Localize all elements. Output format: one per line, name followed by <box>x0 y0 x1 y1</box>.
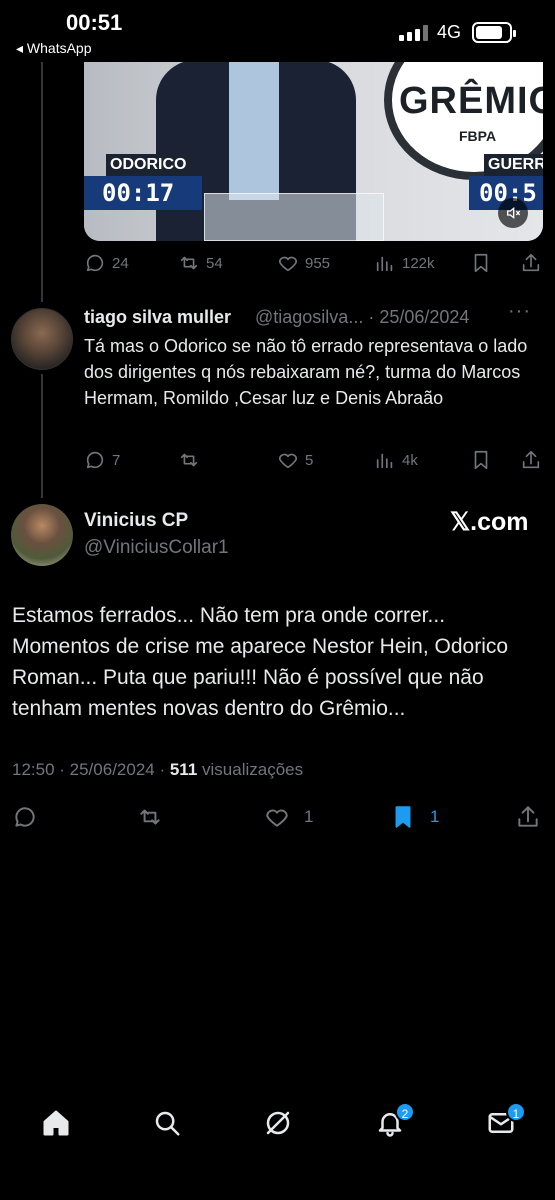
reply-button[interactable]: 7 <box>84 449 120 471</box>
network-type: 4G <box>437 22 462 42</box>
video-player[interactable]: GRÊMIO FBPA ODORICO 00:17 GUERR 00:5 <box>84 60 543 241</box>
heart-icon <box>278 453 298 469</box>
mute-icon[interactable] <box>498 198 528 228</box>
views-count: 4k <box>402 451 418 469</box>
retweet-icon <box>140 809 160 825</box>
back-to-app-link[interactable]: ◂ WhatsApp <box>16 40 92 57</box>
share-button[interactable] <box>520 449 542 471</box>
reply-author-name[interactable]: tiago silva muller <box>84 307 231 328</box>
logo-subtext: FBPA <box>459 128 497 144</box>
bookmark-filled-icon <box>395 806 411 828</box>
right-candidate-name: GUERR <box>484 154 543 176</box>
like-button[interactable]: 955 <box>277 252 330 274</box>
heart-icon <box>266 809 288 827</box>
bookmark-button[interactable] <box>470 449 492 471</box>
reply-action-bar: 7 5 4k <box>84 449 544 473</box>
status-bar: 00:51 ◂ WhatsApp 4G <box>0 0 555 62</box>
share-icon <box>518 806 538 827</box>
share-button[interactable] <box>515 804 541 830</box>
messages-tab[interactable]: 1 <box>486 1102 526 1138</box>
reply-icon <box>86 254 104 272</box>
author-handle[interactable]: @ViniciusCollar1 <box>84 537 229 559</box>
bookmark-count: 1 <box>430 807 440 826</box>
retweet-icon <box>180 256 198 270</box>
like-button[interactable]: 5 <box>277 449 313 471</box>
author-name[interactable]: Vinicius CP <box>84 510 188 532</box>
retweet-count: 54 <box>206 254 223 272</box>
like-count: 5 <box>305 451 314 469</box>
left-candidate-name: ODORICO <box>106 154 191 176</box>
battery-icon <box>472 22 516 43</box>
messages-badge: 1 <box>506 1102 526 1122</box>
reply-icon <box>86 451 104 469</box>
share-icon <box>522 450 540 469</box>
notifications-tab[interactable]: 2 <box>375 1102 415 1138</box>
home-icon <box>43 1110 69 1136</box>
search-icon <box>155 1111 180 1136</box>
grok-icon <box>266 1111 290 1135</box>
bookmark-icon <box>474 253 488 273</box>
retweet-icon <box>180 453 198 467</box>
bookmark-icon <box>474 450 488 470</box>
views-count: 122k <box>402 254 435 272</box>
tweet-action-bar: 24 54 955 122k <box>84 252 544 276</box>
tweet-meta: 12:50 · 25/06/2024 · 511 visualizações <box>12 760 303 780</box>
views-button[interactable]: 4k <box>374 449 418 471</box>
views-number: 511 <box>169 760 198 779</box>
x-logo: 𝕏.com <box>450 508 529 536</box>
grok-tab[interactable] <box>263 1108 293 1138</box>
clock: 00:51 <box>66 10 123 35</box>
left-timer: 00:17 <box>84 176 202 210</box>
reply-count: 24 <box>112 254 129 272</box>
views-label: visualizações <box>197 760 304 779</box>
views-icon <box>376 453 393 469</box>
thread-line <box>41 62 43 302</box>
heart-icon <box>278 256 298 272</box>
retweet-button[interactable] <box>178 449 200 471</box>
bottom-navigation: 2 1 <box>0 1090 555 1160</box>
like-button[interactable]: 1 <box>264 804 313 830</box>
views-button[interactable]: 122k <box>374 252 435 274</box>
bookmark-button[interactable] <box>470 252 492 274</box>
avatar[interactable] <box>11 504 73 566</box>
logo-text: GRÊMIO <box>399 80 543 122</box>
tweet-text: Estamos ferrados... Não tem pra onde cor… <box>12 604 509 720</box>
bookmark-button[interactable]: 1 <box>390 804 439 830</box>
tweet-timestamp: 12:50 · 25/06/2024 · <box>12 760 170 779</box>
like-count: 1 <box>304 807 314 826</box>
reply-icon <box>15 807 35 827</box>
retweet-button[interactable]: 54 <box>178 252 223 274</box>
more-options-button[interactable]: ··· <box>508 300 531 323</box>
reply-button[interactable] <box>12 804 38 830</box>
retweet-button[interactable] <box>137 804 163 830</box>
search-tab[interactable] <box>152 1108 182 1138</box>
reply-text: Tá mas o Odorico se não tô errado repres… <box>84 336 528 408</box>
home-tab[interactable] <box>41 1108 71 1138</box>
podium <box>204 193 384 241</box>
reply-author-handle[interactable]: @tiagosilva... · 25/06/2024 <box>255 307 469 328</box>
like-count: 955 <box>305 254 331 272</box>
reply-button[interactable]: 24 <box>84 252 129 274</box>
signal-icon <box>399 25 429 41</box>
reply-count: 7 <box>112 451 121 469</box>
avatar[interactable] <box>11 308 73 370</box>
thread-line <box>41 374 43 498</box>
views-icon <box>376 256 393 272</box>
share-button[interactable] <box>520 252 542 274</box>
main-action-bar: 1 1 <box>12 804 542 828</box>
share-icon <box>522 253 540 272</box>
notifications-badge: 2 <box>395 1102 415 1122</box>
